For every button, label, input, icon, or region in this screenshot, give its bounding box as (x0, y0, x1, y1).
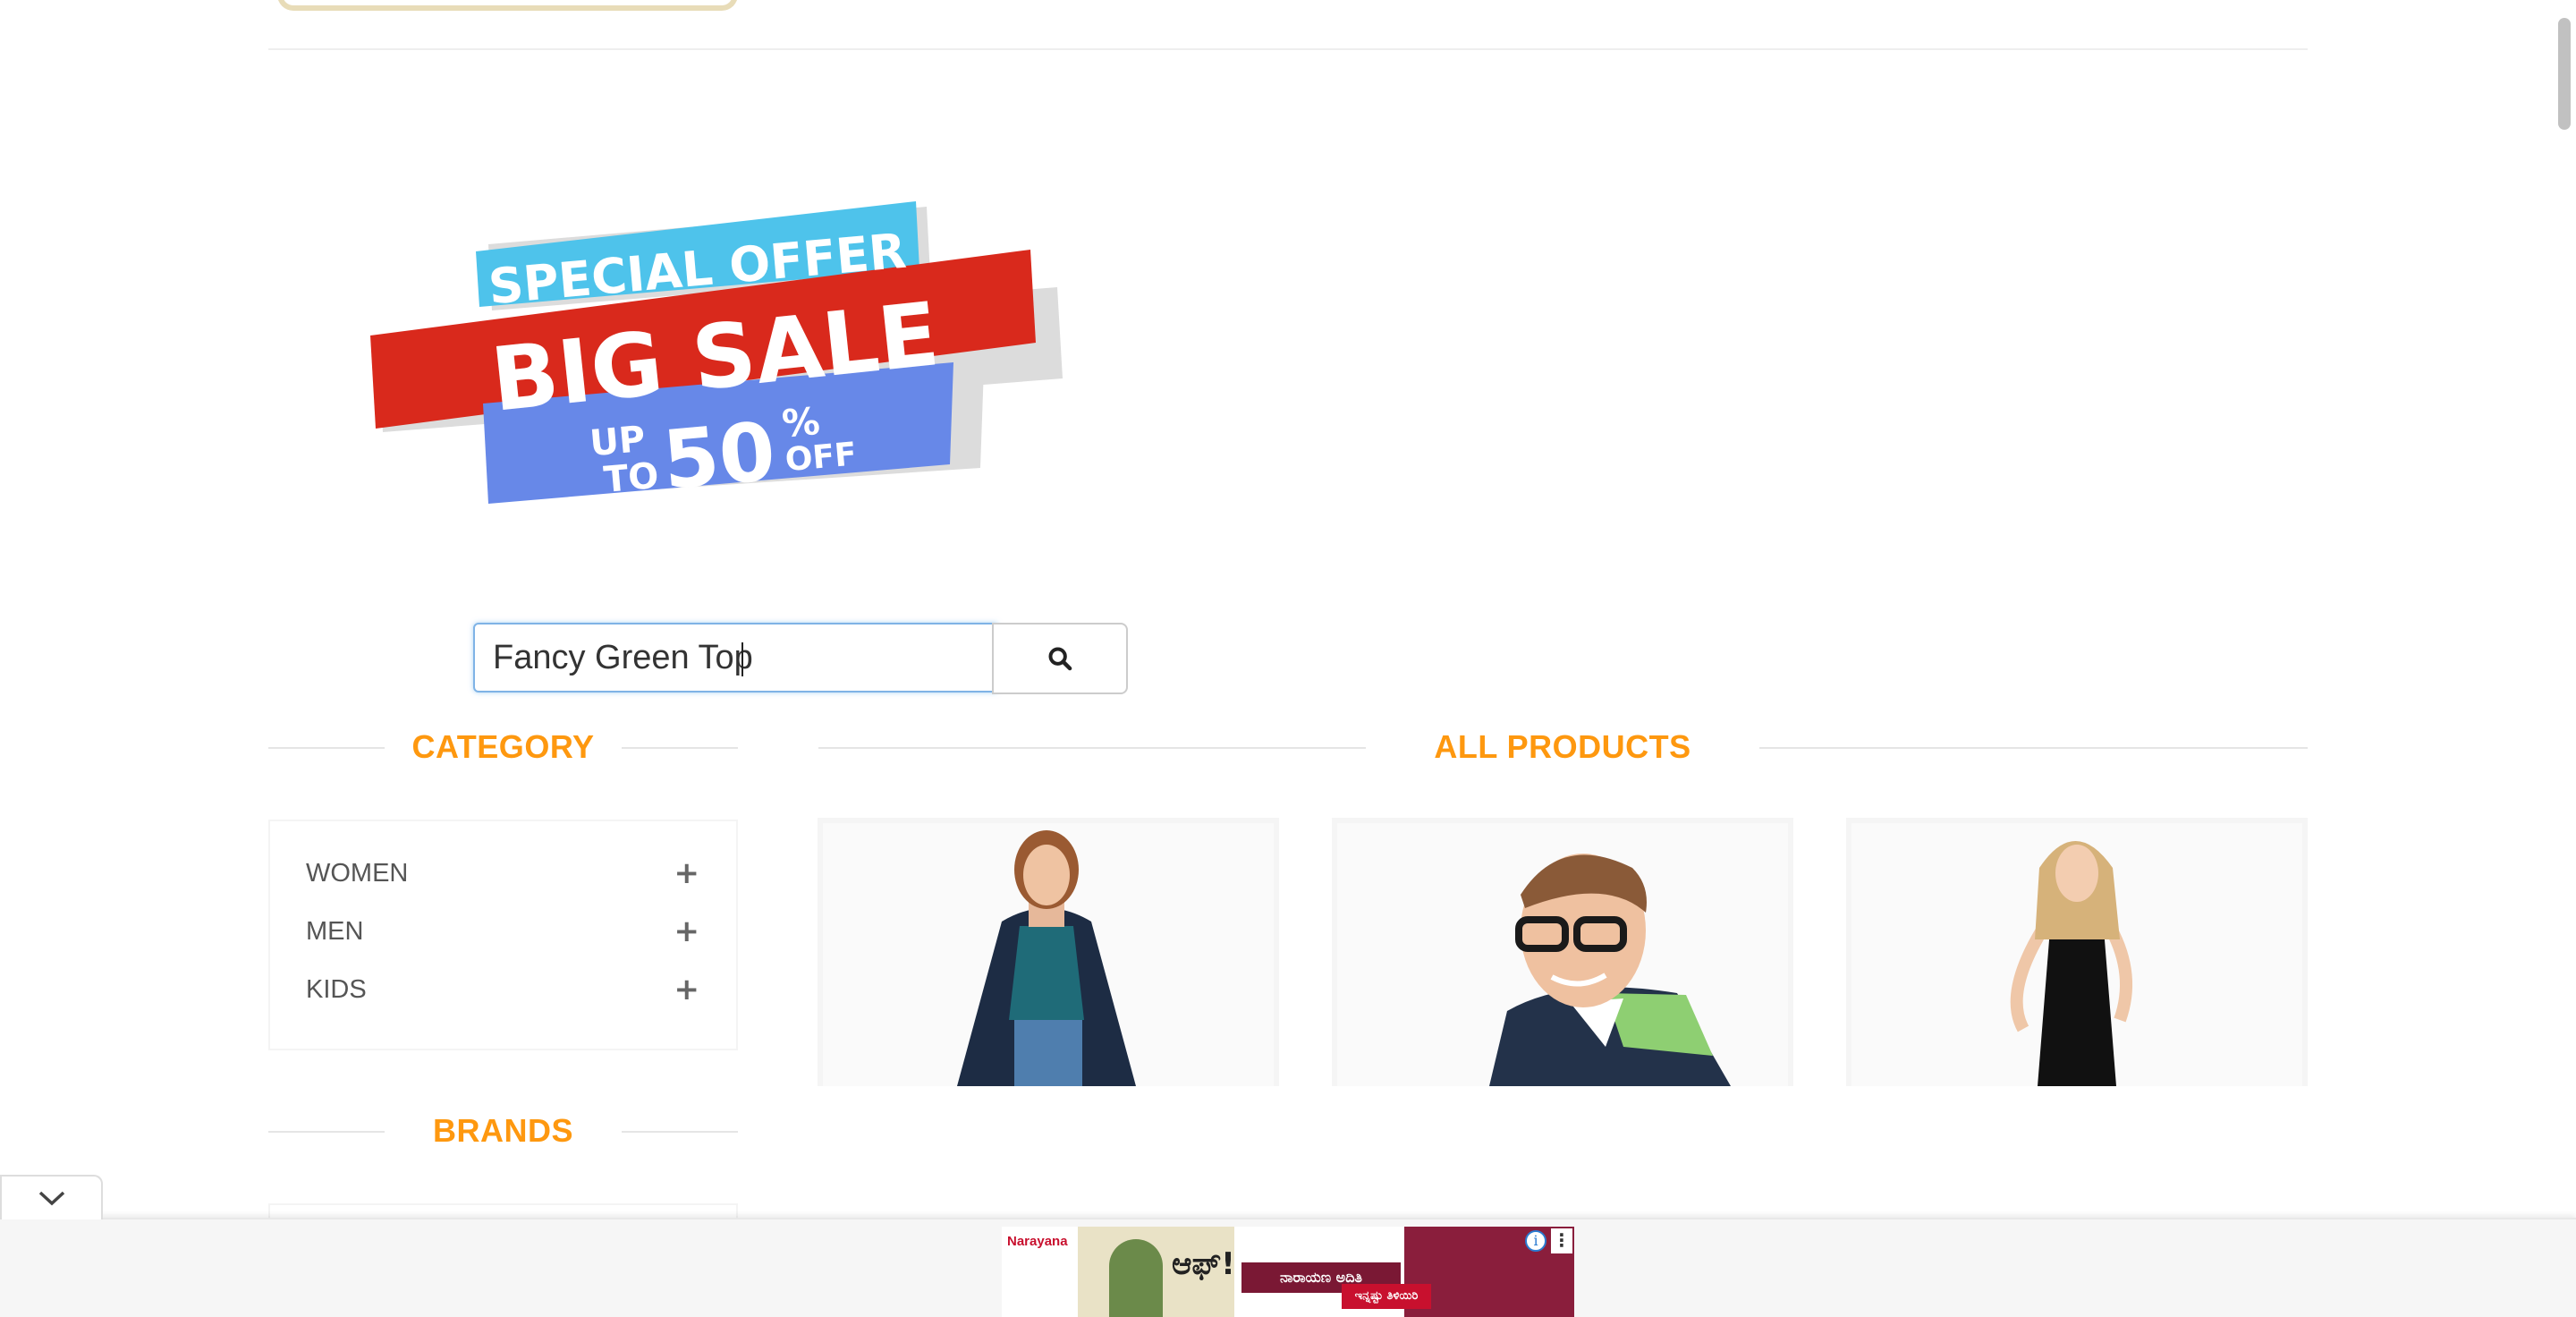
logo-frame (277, 0, 738, 11)
product-image[interactable] (823, 823, 1274, 1086)
plus-icon[interactable]: + (674, 855, 700, 891)
more-vertical-icon[interactable]: ⋮ (1551, 1228, 1572, 1253)
ad-cta[interactable]: ಇನ್ನಷ್ಟು ತಿಳಿಯಿರಿ (1342, 1284, 1431, 1309)
ad-collapse-toggle[interactable] (0, 1175, 103, 1219)
banner-off: OFF (784, 436, 858, 479)
category-title-line-left (268, 747, 385, 749)
brands-title: BRANDS (432, 1112, 573, 1149)
banner-to: TO (602, 455, 660, 501)
page-scrollbar[interactable] (2558, 18, 2571, 130)
brands-title-line-right (622, 1131, 738, 1133)
category-panel: WOMEN + MEN + KIDS + (268, 820, 738, 1050)
ad-headline: ಆಫ್! (1172, 1246, 1235, 1282)
ad-brand: Narayana (1007, 1234, 1068, 1249)
ad-child-figure (1109, 1239, 1163, 1317)
plus-icon[interactable]: + (674, 972, 700, 1007)
header-divider (268, 48, 2308, 50)
plus-icon[interactable]: + (674, 913, 700, 949)
category-label: MEN (306, 916, 364, 946)
products-title-line-right (1759, 747, 2308, 749)
product-card[interactable] (1846, 818, 2308, 1086)
category-title: CATEGORY (411, 728, 595, 765)
products-title: ALL PRODUCTS (1434, 728, 1691, 765)
search-button[interactable] (992, 623, 1128, 694)
chevron-down-icon (38, 1191, 64, 1206)
search-input[interactable] (473, 623, 997, 692)
category-item-men[interactable]: MEN + (306, 913, 699, 949)
category-title-line-right (622, 747, 738, 749)
ad-creative[interactable]: Narayana ಆಫ್! ನಾರಾಯಣ ಅದಿತಿ ಇನ್ನಷ್ಟು ತಿಳಿ… (1002, 1227, 1574, 1317)
category-item-kids[interactable]: KIDS + (306, 972, 699, 1007)
category-label: WOMEN (306, 858, 409, 888)
category-label: KIDS (306, 974, 367, 1004)
product-image[interactable] (1852, 823, 2302, 1086)
product-card[interactable] (1332, 818, 1793, 1086)
text-caret (741, 642, 743, 676)
search-icon (1048, 647, 1072, 671)
sale-banner[interactable]: SPECIAL OFFER BIG SALE UP TO 50 % OFF (367, 192, 1064, 514)
banner-percent: 50 (659, 404, 779, 508)
products-title-line-left (818, 747, 1366, 749)
product-card[interactable] (818, 818, 1279, 1086)
info-icon[interactable]: i (1525, 1230, 1546, 1252)
brands-title-line-left (268, 1131, 385, 1133)
category-item-women[interactable]: WOMEN + (306, 855, 699, 891)
product-image[interactable] (1337, 823, 1788, 1086)
